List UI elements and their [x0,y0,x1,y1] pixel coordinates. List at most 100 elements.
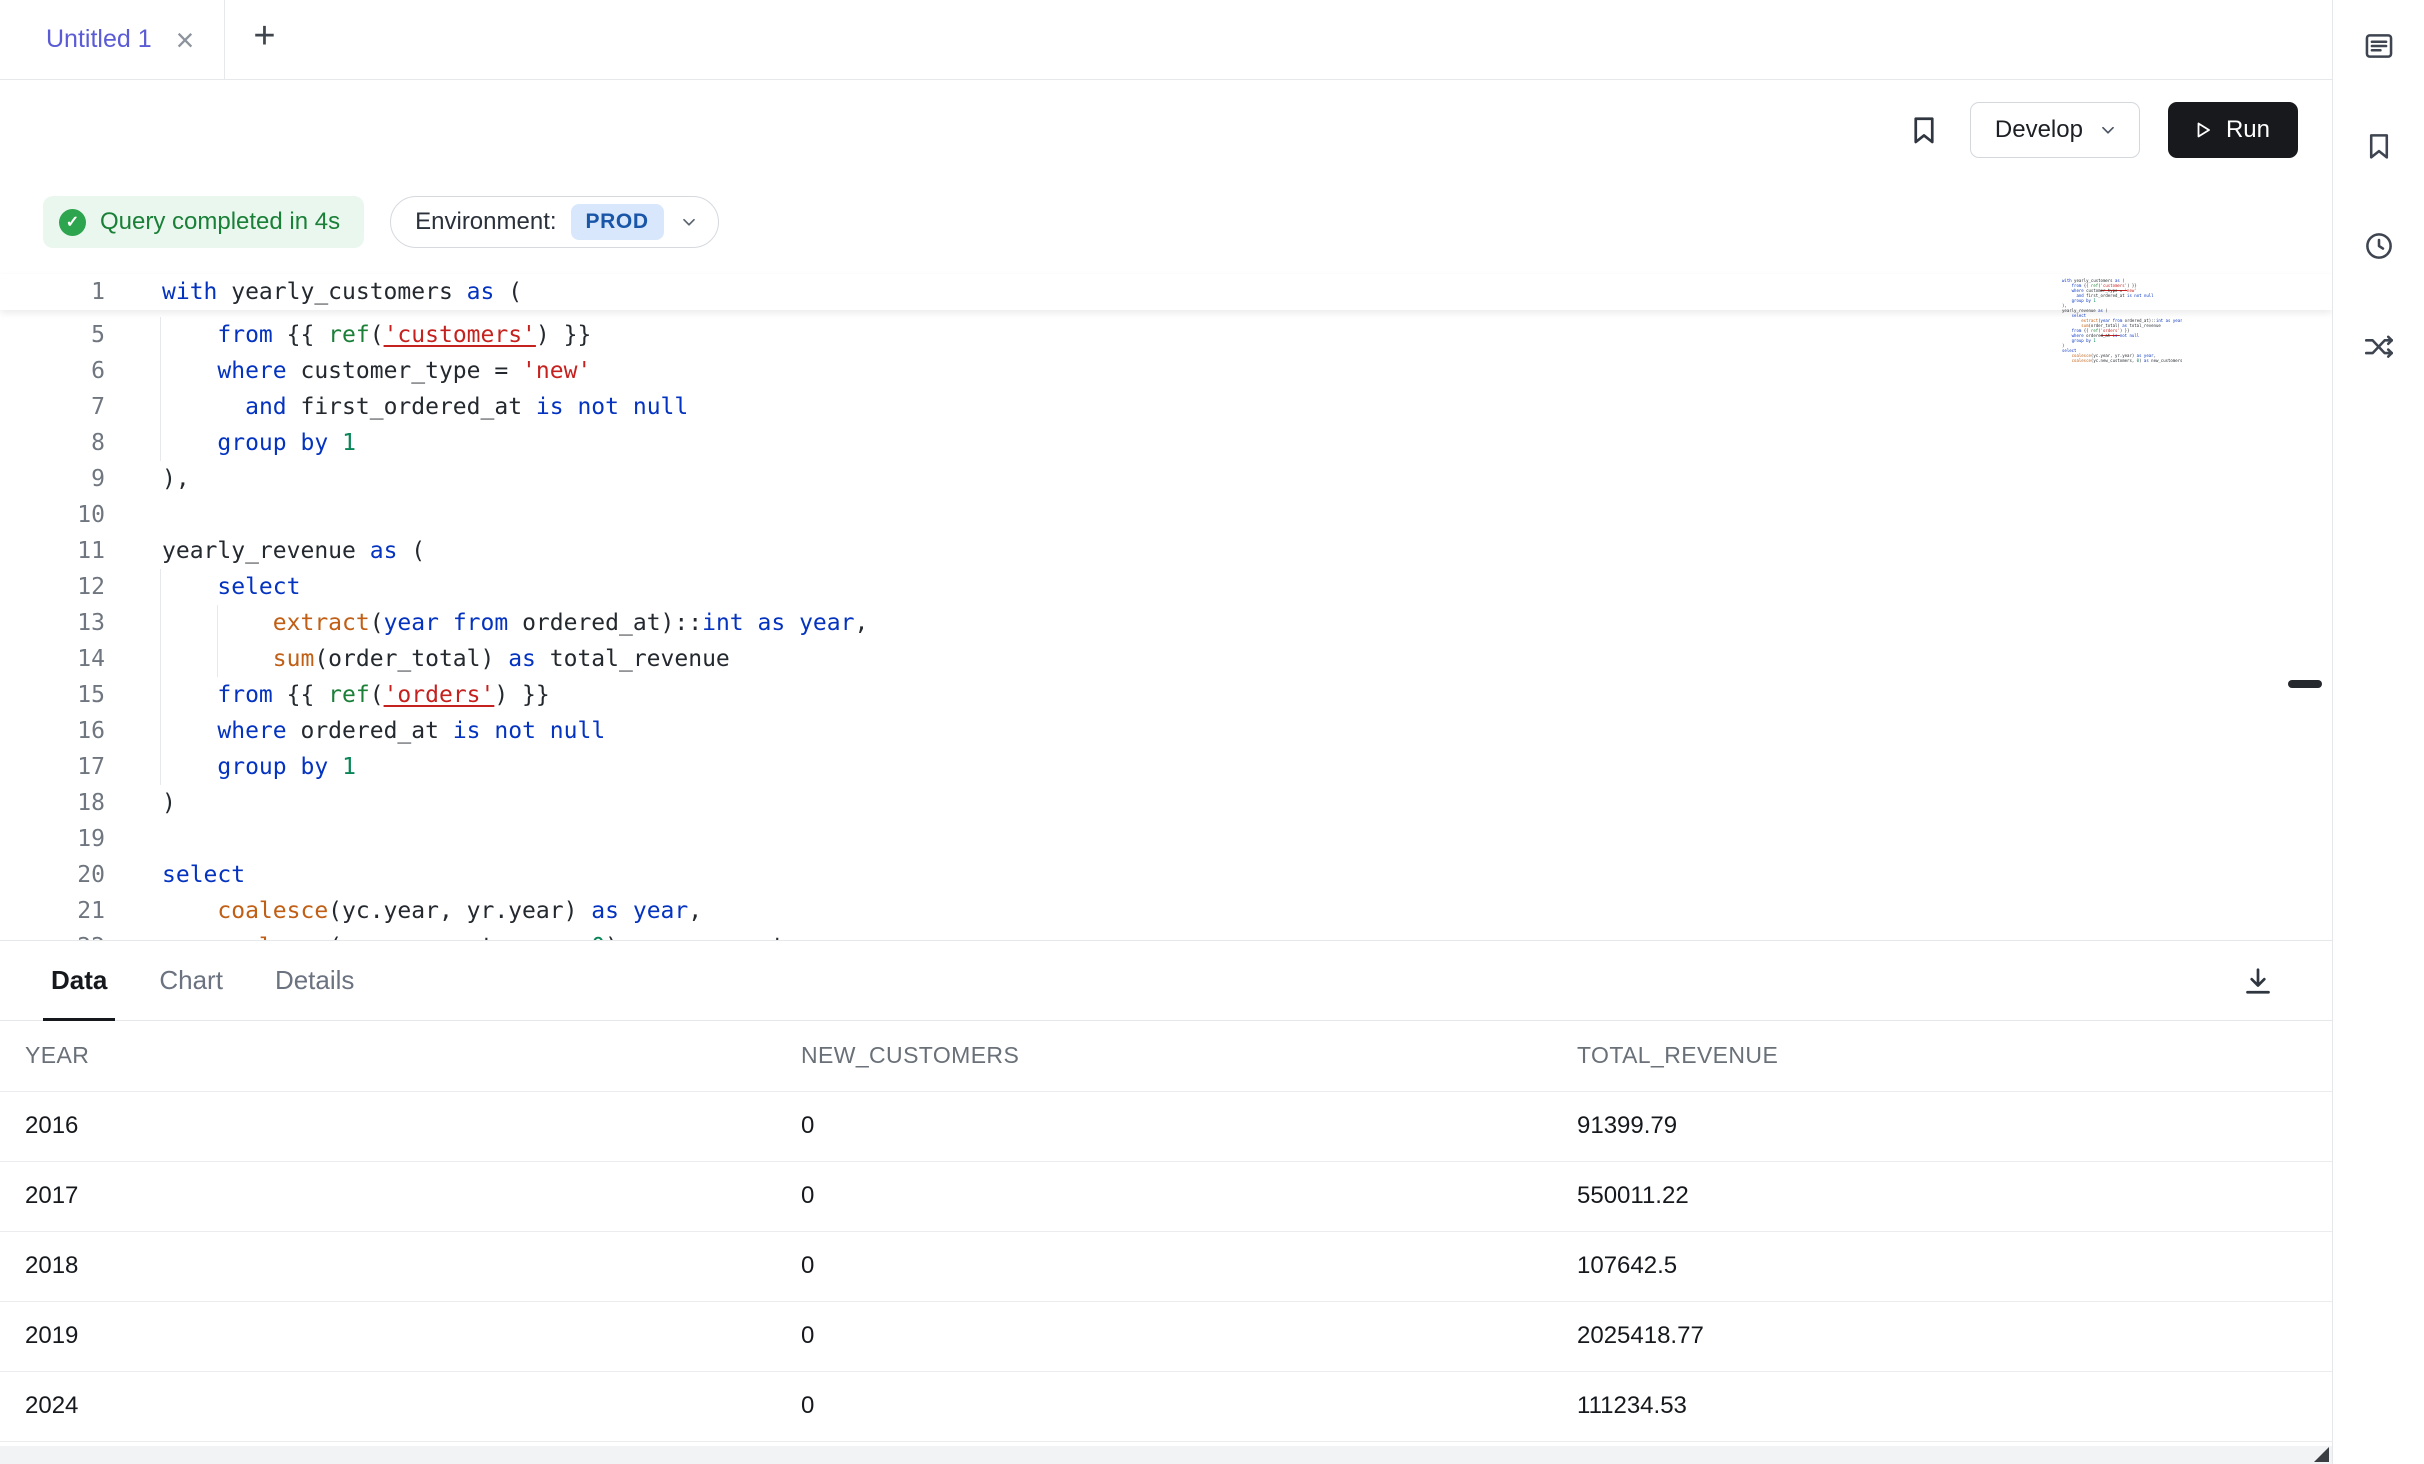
line-number: 1 [0,274,105,310]
code-line: 10 [0,497,2332,533]
table-cell: 91399.79 [1552,1091,2332,1161]
table-row: 20240111234.53 [0,1371,2332,1441]
editor-toolbar: Develop Run [0,80,2332,170]
table-cell: 2018 [0,1231,776,1301]
line-number: 17 [0,749,105,785]
line-number: 14 [0,641,105,677]
history-icon [2362,229,2396,263]
results-panel: Data Chart Details YEARNEW_CUSTOMERSTOTAL_… [0,940,2332,1464]
line-number: 15 [0,677,105,713]
code-line: 18) [0,785,2332,821]
download-button[interactable] [2240,963,2276,999]
results-tab-details[interactable]: Details [275,941,354,1020]
app-root: Untitled 1 × + Develop [0,0,2424,1464]
code-editor[interactable]: 1with yearly_customers as ( 5 from {{ re… [0,262,2332,940]
code-line: 9), [0,461,2332,497]
table-cell: 2016 [0,1091,776,1161]
table-row: 2016091399.79 [0,1091,2332,1161]
results-tab-data[interactable]: Data [51,941,107,1020]
code-line: 14 sum(order_total) as total_revenue [0,641,2332,677]
line-number: 7 [0,389,105,425]
code-line: 19 [0,821,2332,857]
play-icon [2190,118,2214,142]
compiled-sql-button[interactable] [2359,26,2399,66]
minimap[interactable]: with yearly_customers as ( from {{ ref('… [2062,278,2182,363]
table-cell: 0 [776,1231,1552,1301]
code-line: 5 from {{ ref('customers') }} [0,317,2332,353]
environment-value-badge: PROD [571,204,664,240]
column-header: TOTAL_REVENUE [1552,1021,2332,1091]
table-cell: 550011.22 [1552,1161,2332,1231]
table-cell: 2024 [0,1371,776,1441]
query-status-text: Query completed in 4s [100,208,340,236]
results-table: YEARNEW_CUSTOMERSTOTAL_REVENUE 201609139… [0,1021,2332,1442]
line-number: 22 [0,929,105,940]
run-button[interactable]: Run [2168,102,2298,158]
code-line: 20select [0,857,2332,893]
main-area: Untitled 1 × + Develop [0,0,2332,1464]
query-status-badge: ✓ Query completed in 4s [43,196,364,248]
line-number: 20 [0,857,105,893]
develop-button[interactable]: Develop [1970,102,2140,158]
code-line: 17 group by 1 [0,749,2332,785]
table-cell: 0 [776,1091,1552,1161]
compiled-sql-icon [2362,29,2396,63]
line-number: 6 [0,353,105,389]
indent-guide [160,569,161,785]
line-number: 21 [0,893,105,929]
scrollbar-thumb[interactable] [2288,680,2322,688]
code-line: 16 where ordered_at is not null [0,713,2332,749]
check-circle-icon: ✓ [59,209,86,236]
code-line: 11yearly_revenue as ( [0,533,2332,569]
run-label: Run [2226,116,2270,144]
lineage-button[interactable] [2359,326,2399,366]
table-header-row: YEARNEW_CUSTOMERSTOTAL_REVENUE [0,1021,2332,1091]
line-number: 9 [0,461,105,497]
chevron-down-icon [2097,119,2119,141]
table-cell: 2017 [0,1161,776,1231]
line-number: 12 [0,569,105,605]
sticky-scroll-line: 1with yearly_customers as ( [0,274,2332,310]
indent-guide [217,605,218,677]
bookmarks-button[interactable] [2359,126,2399,166]
bookmark-button[interactable] [1906,112,1942,148]
environment-label: Environment: [415,208,556,236]
code-line: 13 extract(year from ordered_at)::int as… [0,605,2332,641]
environment-selector[interactable]: Environment: PROD [390,196,718,248]
indent-guide [160,317,161,461]
horizontal-scrollbar[interactable] [0,1446,2332,1464]
line-number: 19 [0,821,105,857]
table-cell: 111234.53 [1552,1371,2332,1441]
history-button[interactable] [2359,226,2399,266]
download-icon [2240,963,2276,999]
close-icon[interactable]: × [176,24,195,56]
develop-label: Develop [1995,116,2083,144]
tab-bar: Untitled 1 × + [0,0,2332,80]
code-line: 8 group by 1 [0,425,2332,461]
new-tab-button[interactable]: + [225,0,275,79]
line-number: 11 [0,533,105,569]
table-cell: 107642.5 [1552,1231,2332,1301]
code-line: 7 and first_ordered_at is not null [0,389,2332,425]
bookmark-icon [2362,129,2396,163]
right-sidebar [2332,0,2424,1464]
table-cell: 2019 [0,1301,776,1371]
line-number: 13 [0,605,105,641]
line-number: 18 [0,785,105,821]
results-tabs: Data Chart Details [51,941,354,1020]
lineage-icon [2362,329,2396,363]
line-number: 16 [0,713,105,749]
resize-grip-icon[interactable] [2314,1447,2329,1462]
results-tab-chart[interactable]: Chart [159,941,223,1020]
results-tab-bar: Data Chart Details [0,941,2332,1021]
bookmark-icon [1906,112,1942,148]
code-line: 6 where customer_type = 'new' [0,353,2332,389]
table-row: 20170550011.22 [0,1161,2332,1231]
code-line: 15 from {{ ref('orders') }} [0,677,2332,713]
table-row: 20180107642.5 [0,1231,2332,1301]
status-row: ✓ Query completed in 4s Environment: PRO… [0,170,2332,262]
table-cell: 0 [776,1301,1552,1371]
line-number: 8 [0,425,105,461]
tab-untitled-1[interactable]: Untitled 1 × [0,0,224,79]
line-number: 10 [0,497,105,533]
